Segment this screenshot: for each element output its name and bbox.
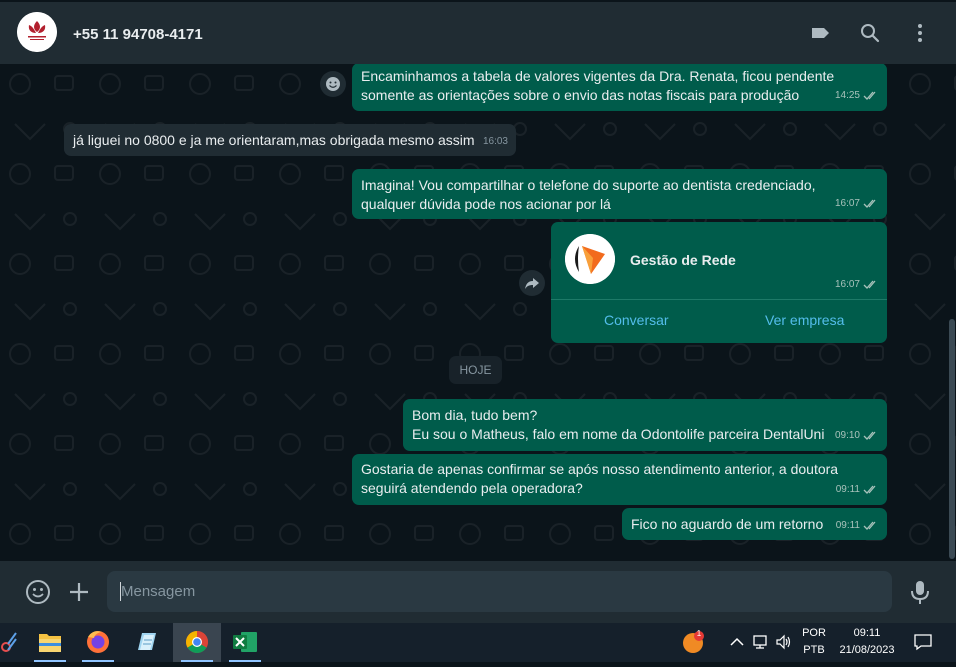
double-check-icon (863, 280, 876, 289)
folder-icon (39, 634, 61, 652)
message-text: Encaminhamos a tabela de valores vigente… (361, 68, 835, 103)
taskbar-app-firefox[interactable] (74, 623, 122, 662)
message-composer (0, 561, 956, 623)
message-time: 16:07 (834, 198, 860, 209)
reaction-button[interactable] (320, 71, 346, 97)
taskbar-app-notepad[interactable] (122, 623, 170, 662)
message-bubble-outgoing[interactable]: Encaminhamos a tabela de valores vigente… (352, 64, 887, 111)
message-meta: 16:03 (483, 132, 508, 151)
volume-icon[interactable] (775, 634, 793, 650)
message-text: Bom dia, tudo bem? Eu sou o Matheus, fal… (412, 407, 825, 442)
double-check-icon (863, 431, 876, 440)
message-text: Gostaria de apenas confirmar se após nos… (361, 461, 839, 496)
action-center-icon[interactable] (913, 633, 933, 651)
clock-date[interactable]: 21/08/2023 (834, 644, 900, 656)
taskbar-app-excel[interactable] (221, 623, 269, 662)
message-time: 16:07 (834, 279, 860, 290)
plus-icon[interactable] (67, 580, 91, 604)
contact-card-name: Gestão de Rede (630, 252, 736, 268)
whatsapp-web-window: +55 11 94708-4171 Encaminhamos a tabela … (0, 0, 956, 662)
chevron-up-icon[interactable] (729, 635, 745, 649)
message-time: 09:11 (835, 520, 860, 531)
view-business-button[interactable]: Ver empresa (765, 312, 844, 328)
notification-count: 1 (696, 629, 702, 638)
windows-taskbar: 1 POR PTB 09:11 21/08/2023 (0, 623, 956, 662)
contact-avatar[interactable] (17, 12, 57, 52)
contact-name[interactable]: +55 11 94708-4171 (73, 26, 203, 43)
microphone-icon[interactable] (909, 579, 931, 605)
search-icon[interactable] (859, 22, 881, 44)
message-meta: 09:10 (835, 426, 879, 445)
firefox-icon (87, 631, 109, 653)
network-icon[interactable] (752, 634, 770, 650)
chrome-icon (186, 631, 208, 653)
date-separator: HOJE (449, 356, 502, 384)
clock-time[interactable]: 09:11 (834, 627, 900, 639)
double-check-icon (863, 199, 876, 208)
label-icon[interactable] (809, 22, 831, 44)
chat-header: +55 11 94708-4171 (0, 0, 956, 64)
contact-card-message[interactable]: Gestão de Rede 16:07 Conversar Ver empre… (551, 222, 887, 343)
message-time: 09:11 (835, 484, 860, 495)
business-avatar[interactable] (565, 234, 615, 284)
message-bubble-outgoing[interactable]: Gostaria de apenas confirmar se após nos… (352, 454, 887, 505)
message-meta: 09:11 (836, 480, 879, 499)
chat-scrollbar[interactable] (949, 319, 955, 559)
business-logo-icon (565, 234, 615, 284)
menu-icon[interactable] (909, 22, 931, 44)
message-time: 09:10 (834, 430, 860, 441)
double-check-icon (863, 521, 876, 530)
message-bubble-outgoing[interactable]: Imagina! Vou compartilhar o telefone do … (352, 169, 887, 219)
message-text: já liguei no 0800 e ja me orientaram,mas… (73, 132, 475, 148)
message-time: 16:03 (482, 136, 508, 147)
message-bubble-outgoing[interactable]: Fico no aguardo de um retorno 09:11 (622, 508, 887, 540)
message-meta: 16:07 (835, 194, 879, 213)
double-check-icon (863, 485, 876, 494)
message-list[interactable]: Encaminhamos a tabela de valores vigente… (0, 64, 956, 561)
contact-card-divider (551, 299, 887, 300)
chat-with-contact-button[interactable]: Conversar (604, 312, 669, 328)
forward-icon (525, 278, 539, 289)
taskbar-app-file-explorer[interactable] (26, 623, 74, 662)
message-bubble-incoming[interactable]: já liguei no 0800 e ja me orientaram,mas… (64, 124, 516, 156)
notepad-icon (138, 633, 156, 650)
logo-icon (17, 12, 57, 52)
message-meta: 09:11 (836, 516, 879, 535)
message-meta: 16:07 (835, 279, 879, 290)
message-bubble-outgoing[interactable]: Bom dia, tudo bem? Eu sou o Matheus, fal… (403, 399, 887, 451)
text-cursor (120, 582, 121, 601)
message-meta: 14:25 (835, 86, 879, 105)
emoji-icon (326, 77, 340, 91)
double-check-icon (863, 91, 876, 100)
language-indicator[interactable]: POR (799, 627, 829, 639)
excel-icon (233, 632, 257, 652)
message-text: Imagina! Vou compartilhar o telefone do … (361, 177, 816, 212)
message-input[interactable] (107, 571, 892, 612)
emoji-icon[interactable] (25, 579, 51, 605)
taskbar-app-chrome[interactable] (173, 623, 221, 662)
message-time: 14:25 (834, 90, 860, 101)
keyboard-layout-indicator[interactable]: PTB (799, 644, 829, 656)
forward-button[interactable] (519, 270, 545, 296)
